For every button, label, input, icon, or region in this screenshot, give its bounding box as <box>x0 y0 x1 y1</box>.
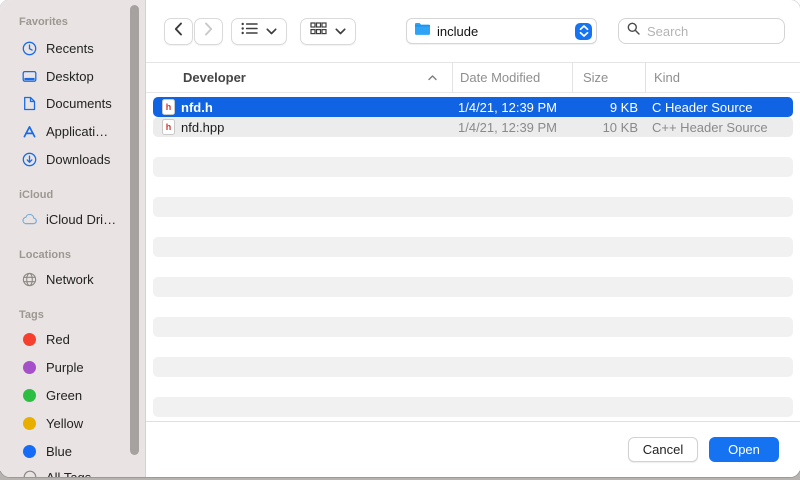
popup-stepper-icon <box>575 23 592 40</box>
sidebar-item-tag-red[interactable]: Red <box>21 327 139 351</box>
list-view-button[interactable] <box>231 18 287 45</box>
grid-view-icon <box>310 22 327 40</box>
file-date-modified: 1/4/21, 12:39 PM <box>452 100 572 115</box>
globe-icon <box>21 272 38 287</box>
sidebar-item-label: Network <box>46 272 94 287</box>
open-button[interactable]: Open <box>709 437 779 462</box>
nav-buttons <box>164 18 223 45</box>
group-view-button[interactable] <box>300 18 356 45</box>
column-header-label: Kind <box>654 70 680 85</box>
dialog-footer: Cancel Open <box>146 421 800 477</box>
chevron-left-icon <box>174 22 183 41</box>
column-header-label: Developer <box>183 70 246 85</box>
empty-row-stripe <box>153 237 793 257</box>
sidebar-item-applications[interactable]: Applicati… <box>21 119 139 143</box>
toolbar: include <box>146 0 800 63</box>
desktop-icon <box>21 69 38 84</box>
file-row-nfd-h[interactable]: h nfd.h 1/4/21, 12:39 PM 9 KB C Header S… <box>153 97 793 117</box>
clock-icon <box>21 41 38 56</box>
sidebar-item-all-tags[interactable]: All Tags <box>21 465 139 477</box>
header-file-icon: h <box>162 99 175 115</box>
folder-icon <box>414 22 431 40</box>
sidebar-section-favorites: Favorites <box>19 16 68 28</box>
open-file-dialog: Favorites Recents Desktop Documents Appl… <box>0 0 800 477</box>
sidebar-item-label: Blue <box>46 444 72 459</box>
file-date-modified: 1/4/21, 12:39 PM <box>452 120 572 135</box>
sidebar-item-label: Yellow <box>46 416 83 431</box>
sidebar-item-label: Desktop <box>46 69 94 84</box>
column-header-date-modified[interactable]: Date Modified <box>452 63 572 92</box>
tag-purple-icon <box>21 361 38 374</box>
sidebar-item-tag-green[interactable]: Green <box>21 383 139 407</box>
sidebar-item-desktop[interactable]: Desktop <box>21 64 139 88</box>
empty-row-stripe <box>153 197 793 217</box>
sidebar-item-documents[interactable]: Documents <box>21 91 139 115</box>
sidebar-scrollbar-thumb[interactable] <box>130 5 139 455</box>
column-header-label: Date Modified <box>460 70 540 85</box>
column-header-developer[interactable]: Developer <box>146 63 452 92</box>
sidebar-item-label: Applicati… <box>46 124 108 139</box>
sidebar-item-label: Red <box>46 332 70 347</box>
sidebar-item-recents[interactable]: Recents <box>21 36 139 60</box>
sidebar-item-label: iCloud Dri… <box>46 212 116 227</box>
sidebar-item-label: Recents <box>46 41 94 56</box>
empty-row-stripe <box>153 357 793 377</box>
cancel-button[interactable]: Cancel <box>628 437 698 462</box>
empty-row-stripe <box>153 157 793 177</box>
search-icon <box>627 22 640 40</box>
empty-row-stripe <box>153 317 793 337</box>
sidebar-item-label: Downloads <box>46 152 110 167</box>
sidebar-item-label: Green <box>46 388 82 403</box>
search-input[interactable] <box>645 23 776 40</box>
chevron-down-icon <box>266 22 277 40</box>
sidebar-item-tag-blue[interactable]: Blue <box>21 439 139 463</box>
circle-outline-icon <box>21 470 38 477</box>
location-popup-value: include <box>437 24 569 39</box>
file-size: 10 KB <box>572 120 645 135</box>
sidebar-section-locations: Locations <box>19 249 71 261</box>
tag-red-icon <box>21 333 38 346</box>
file-list: h nfd.h 1/4/21, 12:39 PM 9 KB C Header S… <box>146 93 800 421</box>
tag-blue-icon <box>21 445 38 458</box>
file-size: 9 KB <box>572 100 645 115</box>
document-icon <box>21 96 38 111</box>
location-popup[interactable]: include <box>406 18 597 44</box>
sidebar-item-tag-yellow[interactable]: Yellow <box>21 411 139 435</box>
sidebar-item-tag-purple[interactable]: Purple <box>21 355 139 379</box>
sidebar-section-tags: Tags <box>19 309 44 321</box>
file-name: nfd.h <box>181 100 213 115</box>
sidebar-section-icloud: iCloud <box>19 189 53 201</box>
column-header-label: Size <box>583 70 608 85</box>
empty-row-stripe <box>153 397 793 417</box>
sort-ascending-icon <box>428 75 437 81</box>
file-row-nfd-hpp[interactable]: h nfd.hpp 1/4/21, 12:39 PM 10 KB C++ Hea… <box>153 117 793 137</box>
column-header-kind[interactable]: Kind <box>645 63 800 92</box>
cloud-icon <box>21 213 38 225</box>
list-view-icon <box>241 22 258 40</box>
empty-row-stripe <box>153 277 793 297</box>
file-kind: C Header Source <box>645 100 793 115</box>
file-browser: include Developer Date Modified <box>145 0 800 477</box>
chevron-down-icon <box>335 22 346 40</box>
app-store-icon <box>21 124 38 139</box>
download-circle-icon <box>21 152 38 167</box>
forward-button[interactable] <box>194 18 223 45</box>
chevron-right-icon <box>204 22 213 41</box>
sidebar-item-label: Purple <box>46 360 84 375</box>
column-header-size[interactable]: Size <box>572 63 645 92</box>
sidebar-item-label: All Tags <box>46 470 91 478</box>
column-header-row: Developer Date Modified Size Kind <box>146 63 800 93</box>
sidebar: Favorites Recents Desktop Documents Appl… <box>0 0 145 477</box>
tag-yellow-icon <box>21 417 38 430</box>
header-file-icon: h <box>162 119 175 135</box>
sidebar-item-downloads[interactable]: Downloads <box>21 147 139 171</box>
search-field[interactable] <box>618 18 785 44</box>
sidebar-item-network[interactable]: Network <box>21 267 139 291</box>
sidebar-item-icloud-drive[interactable]: iCloud Dri… <box>21 207 139 231</box>
tag-green-icon <box>21 389 38 402</box>
file-kind: C++ Header Source <box>645 120 793 135</box>
back-button[interactable] <box>164 18 193 45</box>
file-name: nfd.hpp <box>181 120 224 135</box>
sidebar-item-label: Documents <box>46 96 112 111</box>
